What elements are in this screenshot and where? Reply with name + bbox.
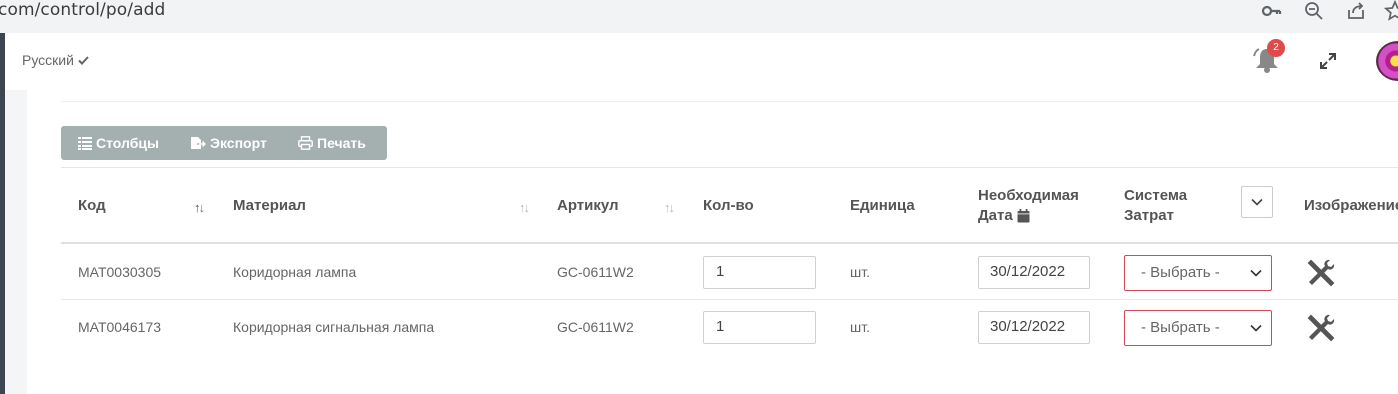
cell-code: MAT0046173 [78,319,162,335]
table-toolbar: Столбцы Экспорт Печать [61,126,387,160]
cost-system-value: - Выбрать - [1141,319,1220,336]
quantity-input[interactable]: 1 [703,256,816,289]
header-cost-line2: Затрат [1124,207,1174,224]
header-code[interactable]: Код [78,196,106,216]
header-cost-system: Система Затрат [1124,186,1187,226]
header-date-line2: Дата [978,207,1013,224]
cell-code: MAT0030305 [78,264,162,280]
share-icon[interactable] [1345,0,1367,22]
columns-label: Столбцы [96,135,159,151]
cell-article: GC-0611W2 [557,264,634,280]
tools-icon[interactable] [1304,256,1338,290]
avatar[interactable] [1376,41,1398,81]
export-label: Экспорт [210,135,267,151]
table-header: Код ↑↓ Материал ↑↓ Артикул ↑↓ Кол-во Еди… [61,167,1398,244]
cell-material: Коридорная сигнальная лампа [233,319,435,335]
browser-address-bar: com/control/po/add [0,0,1398,26]
sort-icon[interactable]: ↑↓ [664,200,675,215]
print-button[interactable]: Печать [284,126,384,160]
calendar-icon [1017,209,1030,223]
fullscreen-button[interactable] [1318,51,1338,71]
export-button[interactable]: Экспорт [174,126,284,160]
cell-unit: шт. [850,264,870,280]
cell-unit: шт. [850,319,870,335]
tools-icon[interactable] [1304,311,1338,345]
header-qty: Кол-во [703,197,754,214]
print-icon [298,136,313,150]
cost-system-select[interactable]: - Выбрать - [1124,310,1272,346]
language-selector[interactable]: Русский [22,52,89,68]
header-material[interactable]: Материал [233,196,306,216]
header-cost-line1: Система [1124,187,1188,204]
date-input[interactable]: 30/12/2022 [978,256,1090,289]
content-gutter [5,88,27,394]
chevron-down-icon [1251,198,1263,206]
url-text[interactable]: com/control/po/add [0,0,165,20]
check-icon [78,56,89,65]
sort-icon[interactable]: ↑↓ [194,200,205,215]
cell-article: GC-0611W2 [557,319,634,335]
quantity-input[interactable]: 1 [703,311,816,344]
cell-material: Коридорная лампа [233,264,357,280]
cost-system-value: - Выбрать - [1141,264,1220,281]
chevron-down-icon [1250,269,1262,277]
export-icon [191,137,206,149]
header-date: Необходимая Дата [978,186,1079,226]
zoom-out-icon[interactable] [1303,0,1325,22]
app-content: Русский 2 Столбцы Экспорт Печать Код ↑↓ … [5,33,1398,394]
cost-system-select[interactable]: - Выбрать - [1124,255,1272,291]
language-label: Русский [22,52,74,68]
table-row: MAT0030305 Коридорная лампа GC-0611W2 1 … [61,245,1398,300]
expand-column-button[interactable] [1241,186,1273,218]
header-unit: Единица [850,197,915,214]
chevron-down-icon [1250,324,1262,332]
star-icon[interactable] [1383,0,1398,22]
table-row: MAT0046173 Коридорная сигнальная лампа G… [61,300,1398,355]
print-label: Печать [317,135,366,151]
divider [61,101,1398,102]
header-image: Изображение [1304,197,1398,214]
columns-button[interactable]: Столбцы [61,126,174,160]
list-icon [78,137,92,150]
header-date-line1: Необходимая [978,187,1079,204]
notification-badge: 2 [1267,39,1285,57]
sort-icon[interactable]: ↑↓ [519,200,530,215]
topbar: Русский 2 [5,33,1398,90]
key-icon[interactable] [1261,0,1283,22]
expand-icon [1320,53,1336,69]
header-article[interactable]: Артикул [557,196,619,216]
date-input[interactable]: 30/12/2022 [978,311,1090,344]
